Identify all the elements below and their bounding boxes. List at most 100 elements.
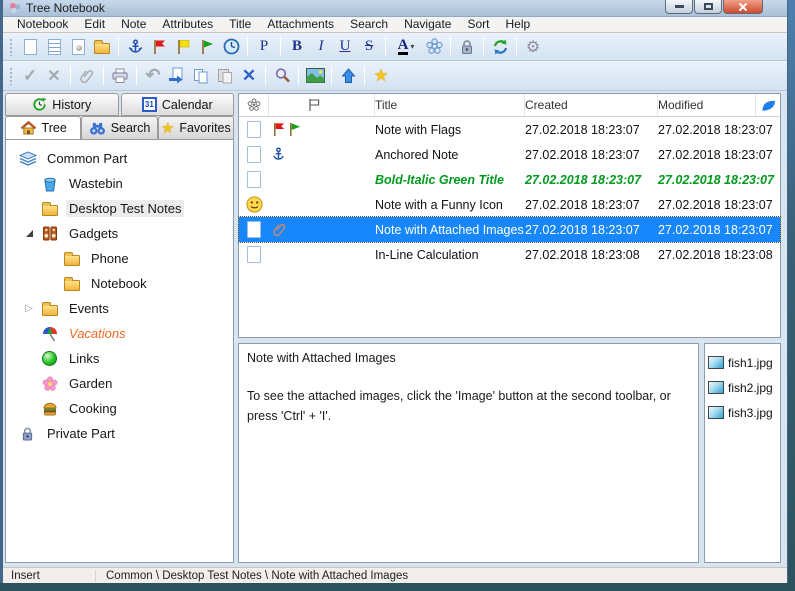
italic-button[interactable]: I: [309, 35, 333, 58]
tree-item-desktop-test-notes[interactable]: Desktop Test Notes: [6, 196, 233, 221]
tree-item-common-part[interactable]: Common Part: [6, 146, 233, 171]
menu-search[interactable]: Search: [342, 17, 396, 32]
attributes-button[interactable]: [422, 35, 446, 58]
note-modified: 27.02.2018 18:23:07: [658, 198, 780, 212]
attach-button[interactable]: [75, 64, 99, 87]
copy-icon: [193, 68, 209, 84]
print-button[interactable]: [108, 64, 132, 87]
wastebin-icon: [40, 176, 59, 192]
note-row-green-title[interactable]: Bold-Italic Green Title 27.02.2018 18:23…: [239, 167, 780, 192]
image-button[interactable]: [303, 64, 327, 87]
font-color-button[interactable]: A▾: [390, 35, 422, 58]
reminder-button[interactable]: [219, 35, 243, 58]
settings-button[interactable]: ⚙: [521, 35, 545, 58]
new-folder-button[interactable]: [90, 35, 114, 58]
note-row-inline-calculation[interactable]: In-Line Calculation 27.02.2018 18:23:08 …: [239, 242, 780, 267]
tree-item-vacations[interactable]: Vacations: [6, 321, 233, 346]
paste-button[interactable]: [213, 64, 237, 87]
green-flag-button[interactable]: [195, 35, 219, 58]
toolbar-grip[interactable]: [9, 67, 14, 85]
expand-arrow-icon[interactable]: [18, 230, 40, 237]
column-modified[interactable]: Modified: [658, 94, 756, 116]
column-title[interactable]: Title: [375, 94, 525, 116]
move-up-button[interactable]: [336, 64, 360, 87]
title-bar[interactable]: Tree Notebook: [3, 0, 787, 17]
new-note-button[interactable]: [18, 35, 42, 58]
toolbar-separator: [483, 37, 484, 56]
tree-item-links[interactable]: Links: [6, 346, 233, 371]
menu-sort[interactable]: Sort: [459, 17, 497, 32]
attachments-panel: fish1.jpg fish2.jpg fish3.jpg: [704, 343, 781, 563]
sync-button[interactable]: [488, 35, 512, 58]
menu-title[interactable]: Title: [221, 17, 259, 32]
tree-item-private-part[interactable]: Private Part: [6, 421, 233, 446]
strikethrough-button[interactable]: S: [357, 35, 381, 58]
menu-notebook[interactable]: Notebook: [9, 17, 76, 32]
anchor-button[interactable]: [123, 35, 147, 58]
note-row-funny-icon[interactable]: Note with a Funny Icon 27.02.2018 18:23:…: [239, 192, 780, 217]
tree-item-events[interactable]: ▷ Events: [6, 296, 233, 321]
apply-button[interactable]: ✓: [18, 64, 42, 87]
refresh-icon: [492, 39, 509, 55]
menu-edit[interactable]: Edit: [76, 17, 113, 32]
copy-button[interactable]: [189, 64, 213, 87]
favorites-button[interactable]: ★: [369, 64, 393, 87]
icon-page-icon: [72, 39, 85, 55]
delete-button[interactable]: ✕: [237, 64, 261, 87]
bold-button[interactable]: B: [285, 35, 309, 58]
tree-item-cooking[interactable]: Cooking: [6, 396, 233, 421]
protect-button[interactable]: [455, 35, 479, 58]
dropdown-arrow-icon: ▾: [410, 42, 414, 51]
menu-navigate[interactable]: Navigate: [396, 17, 459, 32]
minimize-button[interactable]: [665, 0, 693, 14]
paragraph-button[interactable]: P: [252, 35, 276, 58]
star-icon: ★: [373, 66, 388, 86]
underline-button[interactable]: U: [333, 35, 357, 58]
search-button[interactable]: [270, 64, 294, 87]
red-flag-button[interactable]: [147, 35, 171, 58]
note-title: In-Line Calculation: [375, 248, 525, 262]
menu-attachments[interactable]: Attachments: [259, 17, 342, 32]
icon-note-button[interactable]: [66, 35, 90, 58]
menu-bar: Notebook Edit Note Attributes Title Atta…: [3, 17, 787, 33]
note-row-anchored[interactable]: Anchored Note 27.02.2018 18:23:07 27.02.…: [239, 142, 780, 167]
column-attachments[interactable]: [756, 94, 780, 116]
tree-item-wastebin[interactable]: Wastebin: [6, 171, 233, 196]
tree-item-gadgets[interactable]: Gadgets: [6, 221, 233, 246]
column-mark[interactable]: [239, 94, 269, 116]
export-button[interactable]: [165, 64, 189, 87]
column-flag[interactable]: [269, 94, 375, 116]
tab-favorites[interactable]: ★ Favorites: [158, 116, 234, 139]
column-created[interactable]: Created: [525, 94, 658, 116]
underline-icon: U: [340, 38, 351, 55]
edit-note-button[interactable]: [42, 35, 66, 58]
note-preview[interactable]: Note with Attached Images To see the att…: [238, 343, 699, 563]
attachment-item[interactable]: fish2.jpg: [708, 375, 778, 400]
tab-search[interactable]: Search: [81, 116, 157, 139]
tree-item-phone[interactable]: Phone: [6, 246, 233, 271]
menu-attributes[interactable]: Attributes: [154, 17, 221, 32]
cancel-button[interactable]: ✕: [42, 64, 66, 87]
yellow-flag-button[interactable]: [171, 35, 195, 58]
attachment-item[interactable]: fish1.jpg: [708, 350, 778, 375]
history-button[interactable]: History: [5, 93, 119, 116]
flag-outline-icon: [307, 98, 321, 112]
tab-tree[interactable]: Tree: [5, 116, 81, 139]
tree-item-notebook[interactable]: Notebook: [6, 271, 233, 296]
toolbar-grip[interactable]: [9, 38, 14, 56]
image-thumbnail-icon: [708, 406, 724, 419]
note-row-flags[interactable]: Note with Flags 27.02.2018 18:23:07 27.0…: [239, 117, 780, 142]
calendar-icon: 31: [142, 97, 157, 112]
attachment-item[interactable]: fish3.jpg: [708, 400, 778, 425]
tree-item-garden[interactable]: Garden: [6, 371, 233, 396]
maximize-button[interactable]: [694, 0, 722, 14]
menu-note[interactable]: Note: [113, 17, 154, 32]
collapse-arrow-icon[interactable]: ▷: [18, 303, 40, 314]
menu-help[interactable]: Help: [497, 17, 538, 32]
folder-icon: [40, 201, 59, 216]
calendar-button[interactable]: 31 Calendar: [121, 93, 235, 116]
close-button[interactable]: [723, 0, 763, 14]
note-row-attached-images[interactable]: Note with Attached Images 27.02.2018 18:…: [239, 217, 780, 242]
undo-button[interactable]: ↶: [141, 64, 165, 87]
preview-title: Note with Attached Images: [247, 349, 690, 368]
